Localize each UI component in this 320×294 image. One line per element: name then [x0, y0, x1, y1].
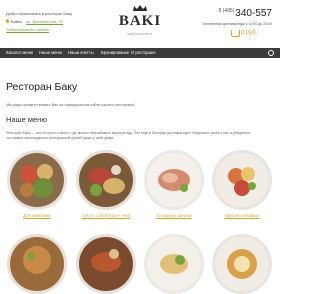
nav-item-booking[interactable]: Бронирование: [101, 50, 129, 55]
phone-code: 8 (495): [218, 8, 235, 14]
menu-card-label[interactable]: Закуски холодные: [212, 213, 272, 218]
reserve-online-link[interactable]: Забронировать онлайн: [6, 27, 49, 32]
menu-card-label[interactable]: Сеты с собой (на 4+ чел): [76, 213, 136, 218]
logo-text: BAKI: [118, 13, 162, 29]
phone-number[interactable]: 8 (495)340-557: [218, 8, 272, 19]
nav-item-about[interactable]: О ресторане: [131, 50, 156, 55]
cart-icon[interactable]: [231, 30, 240, 37]
dish-image: [212, 150, 272, 210]
cart-total[interactable]: 0 руб.: [241, 30, 257, 36]
logo-subtitle: RESTAURANT: [127, 32, 153, 36]
welcome-text: Добро пожаловать в ресторан Баку: [6, 11, 73, 16]
menu-card-label[interactable]: Для компании: [7, 213, 67, 218]
address-link[interactable]: ул. Декабристов, 22: [26, 19, 63, 24]
dish-image: [212, 234, 272, 294]
dish-image: [144, 150, 204, 210]
phone-digits: 340-557: [235, 8, 272, 19]
delivery-note: Бесплатная доставка еды с 10:00 до 22:00: [202, 22, 272, 26]
dish-image: [76, 234, 136, 294]
page-title: Ресторан Баку: [6, 81, 78, 93]
location-pin-icon: [5, 18, 10, 24]
logo[interactable]: BAKI RESTAURANT: [118, 4, 162, 38]
menu-card-label[interactable]: Холодные закуски: [144, 213, 204, 218]
crown-icon: [133, 5, 147, 11]
nav-item-offers[interactable]: Наши ачетты: [68, 50, 94, 55]
search-icon[interactable]: [268, 50, 274, 56]
nav-item-catalog[interactable]: Каталог меню: [6, 50, 33, 55]
top-bar: Добро пожаловать в ресторан Баку Бийск у…: [0, 0, 280, 40]
dish-image: [76, 150, 136, 210]
dish-image: [7, 234, 67, 294]
menu-heading: Наше меню: [6, 115, 47, 124]
city-label: Бийск: [11, 19, 22, 24]
nav-item-menu[interactable]: Наше меню: [39, 50, 62, 55]
dish-image: [7, 150, 67, 210]
dish-image: [144, 234, 204, 294]
description-text: Ресторан Баку — это не просто место, где…: [6, 131, 251, 140]
main-navbar: Каталог меню Наше меню Наши ачетты Брони…: [0, 48, 280, 58]
intro-text: Мы рады приветствовать Вас на официально…: [6, 103, 135, 107]
